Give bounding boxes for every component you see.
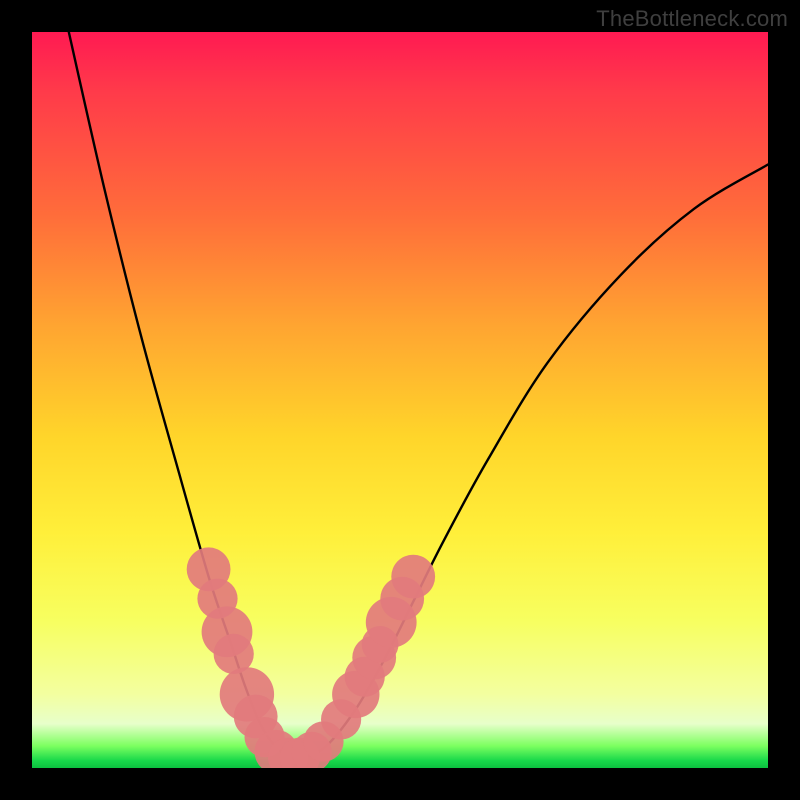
chart-frame: TheBottleneck.com bbox=[0, 0, 800, 800]
watermark-text: TheBottleneck.com bbox=[596, 6, 788, 32]
highlight-point bbox=[391, 555, 435, 599]
plot-area bbox=[32, 32, 768, 768]
chart-svg bbox=[32, 32, 768, 768]
bottleneck-curve-line bbox=[69, 32, 768, 758]
highlighted-points-group bbox=[187, 547, 435, 768]
